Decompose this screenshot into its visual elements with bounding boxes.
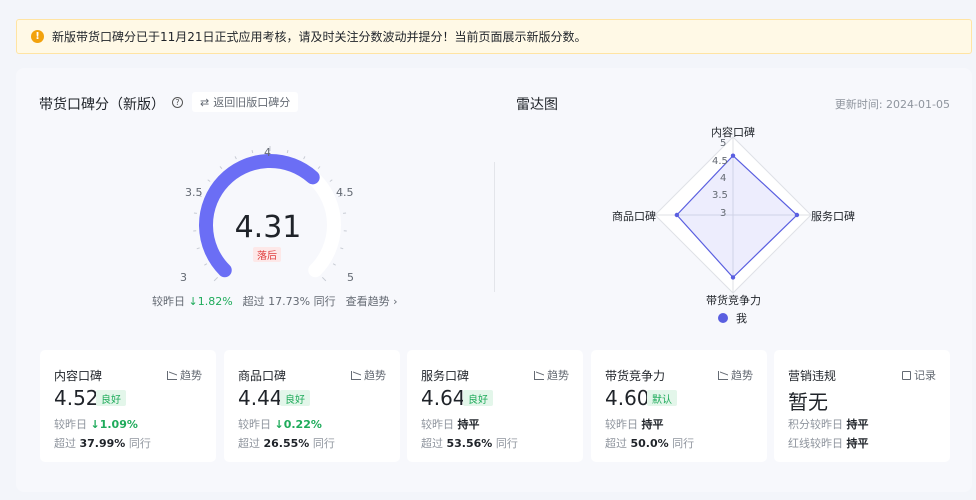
metric-surpass: 超过 37.99% 同行 bbox=[54, 437, 151, 450]
question-icon[interactable]: ? bbox=[172, 97, 183, 108]
trend-link[interactable]: 趋势 bbox=[534, 367, 569, 383]
vs-yesterday-value: ↓1.82% bbox=[188, 295, 233, 308]
switch-icon: ⇄ bbox=[200, 95, 210, 109]
metric-status-badge: 默认 bbox=[647, 390, 677, 406]
radar-axis-content: 内容口碑 bbox=[711, 126, 755, 139]
legend-dot bbox=[718, 313, 728, 323]
trend-chart-icon bbox=[167, 370, 177, 380]
gauge-tick-4-5: 4.5 bbox=[336, 186, 354, 199]
metric-title: 带货竞争力 bbox=[605, 369, 666, 383]
gauge-panel-title: 带货口碑分（新版） bbox=[39, 97, 165, 113]
legend-label: 我 bbox=[736, 312, 747, 325]
radar-point bbox=[674, 212, 680, 218]
metric-change: 较昨日 ↓0.22% bbox=[238, 418, 322, 431]
gauge-tick-3-5: 3.5 bbox=[185, 186, 203, 199]
gauge-minor-tick bbox=[286, 150, 289, 154]
metric-change: 较昨日 持平 bbox=[421, 418, 480, 431]
metric-title: 营销违规 bbox=[788, 369, 837, 383]
metric-surpass: 超过 50.0% 同行 bbox=[605, 437, 695, 450]
radar-axis-service: 服务口碑 bbox=[811, 210, 855, 223]
trend-chart-icon bbox=[718, 370, 728, 380]
radar-panel-title: 雷达图 bbox=[516, 97, 558, 113]
radar-series-me bbox=[676, 154, 798, 279]
radar-point bbox=[794, 212, 800, 218]
metric-status-badge: 良好 bbox=[463, 390, 493, 406]
record-icon bbox=[902, 370, 911, 380]
panel-divider bbox=[494, 162, 495, 292]
points-change: 积分较昨日 持平 bbox=[788, 418, 869, 431]
metric-card-content: 内容口碑 趋势 4.52 良好 较昨日 ↓1.09% 超过 37.99% 同行 bbox=[40, 350, 216, 462]
gauge-minor-tick bbox=[204, 263, 208, 266]
radar-tick-3: 3 bbox=[720, 208, 727, 219]
radar-point bbox=[730, 275, 736, 280]
old-version-button[interactable]: ⇄ 返回旧版口碑分 bbox=[192, 92, 299, 112]
gauge-minor-tick bbox=[213, 276, 219, 282]
gauge-minor-tick bbox=[329, 179, 333, 182]
gauge-stats: 较昨日 ↓1.82% 超过 17.73% 同行 查看趋势 › bbox=[152, 293, 398, 309]
metric-card-violation: 营销违规 记录 暂无 积分较昨日 持平 红线较昨日 持平 bbox=[774, 350, 950, 462]
trend-link[interactable]: 趋势 bbox=[351, 367, 386, 383]
gauge-tick-3: 3 bbox=[180, 271, 187, 284]
metric-surpass: 超过 53.56% 同行 bbox=[421, 437, 518, 450]
vs-yesterday: 较昨日 ↓1.82% bbox=[152, 295, 233, 308]
gauge-minor-tick bbox=[251, 150, 254, 154]
metric-change: 较昨日 持平 bbox=[605, 418, 664, 431]
trend-link[interactable]: 趋势 bbox=[167, 367, 202, 383]
gauge-minor-tick bbox=[234, 156, 237, 160]
metric-score: 暂无 bbox=[788, 390, 828, 414]
trend-link[interactable]: 查看趋势 › bbox=[346, 293, 398, 309]
record-link[interactable]: 记录 bbox=[902, 367, 936, 383]
metric-status-badge: 良好 bbox=[280, 390, 310, 406]
trend-chart-icon bbox=[534, 370, 544, 380]
metric-title: 服务口碑 bbox=[421, 369, 470, 383]
radar-tick-3-5: 3.5 bbox=[712, 190, 728, 201]
gauge-minor-tick bbox=[219, 166, 223, 170]
metric-score: 4.44 bbox=[238, 386, 283, 410]
metric-card-service: 服务口碑 趋势 4.64 良好 较昨日 持平 超过 53.56% 同行 bbox=[407, 350, 583, 462]
gauge-minor-tick bbox=[340, 247, 344, 250]
radar-tick-4: 4 bbox=[720, 173, 727, 184]
notice-text: 新版带货口碑分已于11月21日正式应用考核，请及时关注分数波动并提分！当前页面展… bbox=[52, 30, 587, 44]
gauge-score: 4.31 bbox=[234, 210, 302, 245]
gauge-tick-5: 5 bbox=[347, 271, 354, 284]
radar-axis-competitiveness: 带货竞争力 bbox=[706, 294, 761, 307]
metric-status-badge: 良好 bbox=[96, 390, 126, 406]
metric-score: 4.60 bbox=[605, 386, 650, 410]
metric-card-product: 商品口碑 趋势 4.44 良好 较昨日 ↓0.22% 超过 26.55% 同行 bbox=[224, 350, 400, 462]
metric-surpass: 超过 26.55% 同行 bbox=[238, 437, 335, 450]
trend-chart-icon bbox=[351, 370, 361, 380]
metric-title: 内容口碑 bbox=[54, 369, 103, 383]
metric-change: 较昨日 ↓1.09% bbox=[54, 418, 138, 431]
radar-tick-5: 5 bbox=[720, 138, 727, 149]
gauge-minor-tick bbox=[196, 247, 200, 250]
gauge-tick-4: 4 bbox=[264, 146, 271, 159]
status-badge: 落后 bbox=[253, 247, 281, 262]
radar-axis-product: 商品口碑 bbox=[612, 210, 656, 223]
gauge-minor-tick bbox=[317, 166, 321, 170]
metric-score: 4.64 bbox=[421, 386, 466, 410]
radar-legend[interactable]: 我 bbox=[718, 310, 747, 326]
surpass-text: 超过 17.73% 同行 bbox=[242, 295, 336, 308]
radar-point bbox=[730, 153, 736, 158]
metric-title: 商品口碑 bbox=[238, 369, 287, 383]
update-time: 更新时间: 2024-01-05 bbox=[834, 98, 950, 111]
redline-change: 红线较昨日 持平 bbox=[788, 437, 869, 450]
notice-bar: ! 新版带货口碑分已于11月21日正式应用考核，请及时关注分数波动并提分！当前页… bbox=[16, 19, 972, 54]
gauge-minor-tick bbox=[321, 276, 327, 282]
radar-tick-4-5: 4.5 bbox=[712, 156, 728, 167]
warning-icon: ! bbox=[31, 30, 44, 43]
metric-card-competitiveness: 带货竞争力 趋势 4.60 默认 较昨日 持平 超过 50.0% 同行 bbox=[591, 350, 767, 462]
gauge-minor-tick bbox=[332, 263, 336, 266]
gauge-minor-tick bbox=[207, 179, 211, 182]
trend-link[interactable]: 趋势 bbox=[718, 367, 753, 383]
gauge-minor-tick bbox=[303, 156, 306, 160]
metric-score: 4.52 bbox=[54, 386, 99, 410]
